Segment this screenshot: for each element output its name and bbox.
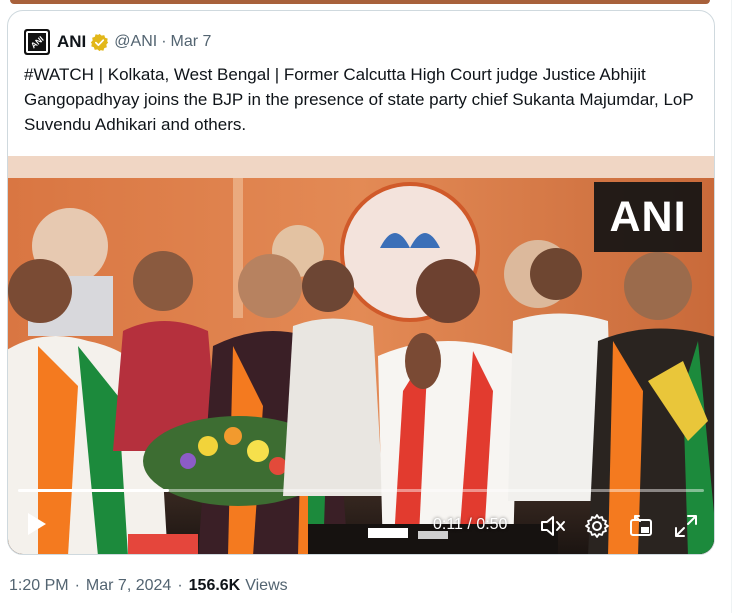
author-name[interactable]: ANI xyxy=(57,32,86,52)
views-count[interactable]: 156.6K xyxy=(189,577,241,595)
time-separator: / xyxy=(467,516,472,533)
video-progress-fill xyxy=(18,489,169,492)
post-full-date[interactable]: Mar 7, 2024 xyxy=(86,577,171,595)
settings-button[interactable] xyxy=(583,512,611,540)
ani-logo-icon: ANI xyxy=(26,31,48,53)
quoted-tweet-card[interactable]: ANI ANI @ANI · Mar 7 #WATCH | Kolkata, W… xyxy=(7,10,715,555)
post-date[interactable]: Mar 7 xyxy=(171,33,212,51)
tweet-metadata: 1:20 PM · Mar 7, 2024 · 156.6K Views xyxy=(9,577,288,595)
video-player[interactable]: ANI 0:11 / 0:50 xyxy=(8,156,714,554)
meta-separator: · xyxy=(177,577,183,594)
pip-icon xyxy=(630,515,652,536)
views-label: Views xyxy=(245,577,288,594)
media-bottom-edge xyxy=(10,0,710,4)
ani-watermark: ANI xyxy=(594,182,702,252)
mute-button[interactable] xyxy=(538,512,566,540)
ani-avatar[interactable]: ANI xyxy=(24,29,50,55)
quoted-tweet-text: #WATCH | Kolkata, West Bengal | Former C… xyxy=(24,65,694,134)
header-separator: · xyxy=(161,33,167,50)
post-time[interactable]: 1:20 PM xyxy=(9,577,69,595)
previous-media-edge xyxy=(0,0,741,6)
video-controls: 0:11 / 0:50 xyxy=(8,506,714,546)
play-button[interactable] xyxy=(26,512,50,538)
verified-badge-icon xyxy=(90,33,109,52)
play-icon xyxy=(28,513,46,535)
picture-in-picture-button[interactable] xyxy=(627,512,655,540)
settings-icon xyxy=(585,514,609,538)
mute-icon xyxy=(541,516,565,536)
video-time: 0:11 / 0:50 xyxy=(433,516,507,534)
column-divider xyxy=(731,0,732,613)
current-time: 0:11 xyxy=(433,516,463,533)
video-progress-bar[interactable] xyxy=(18,489,704,492)
duration: 0:50 xyxy=(476,516,508,533)
author-handle[interactable]: @ANI xyxy=(114,33,157,51)
meta-separator: · xyxy=(74,577,80,594)
fullscreen-button[interactable] xyxy=(672,512,700,540)
fullscreen-icon xyxy=(675,515,697,537)
quoted-tweet-header: ANI ANI @ANI · Mar 7 xyxy=(24,29,211,55)
